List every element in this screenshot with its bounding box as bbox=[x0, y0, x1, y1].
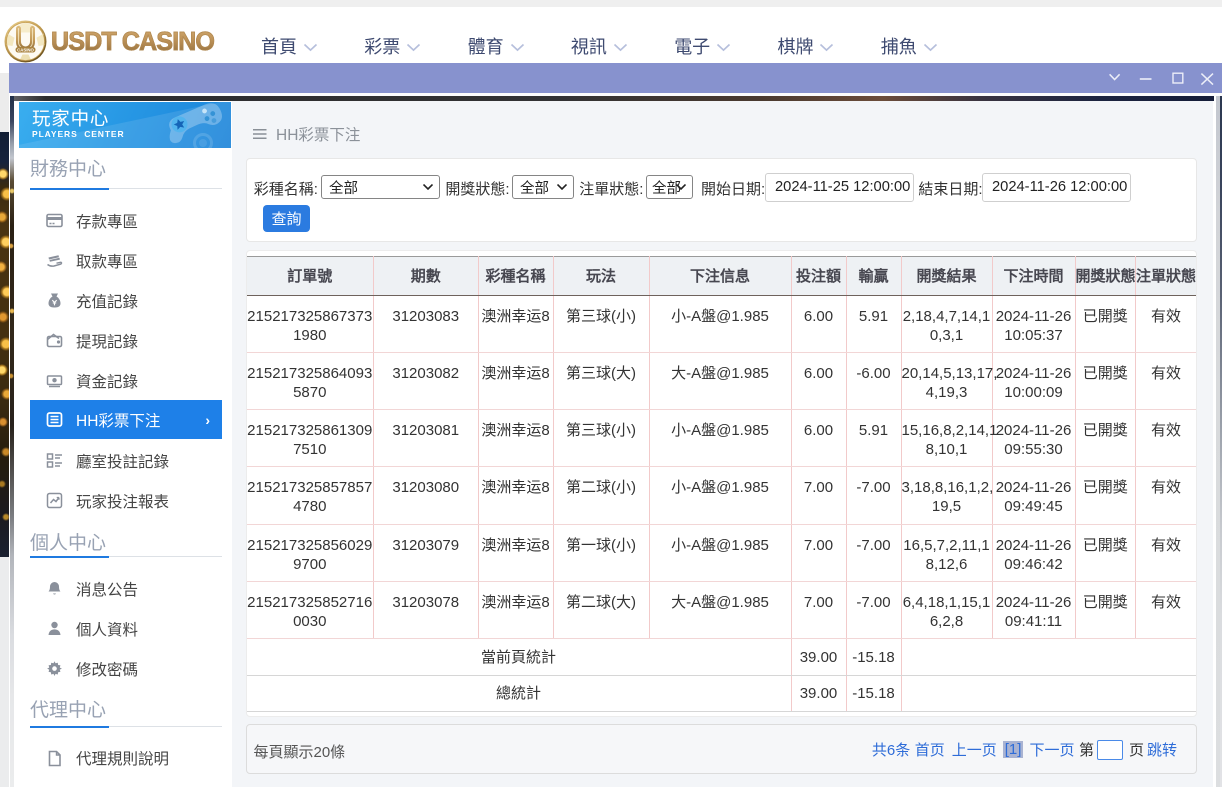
svg-text:CASINO: CASINO bbox=[17, 47, 34, 52]
